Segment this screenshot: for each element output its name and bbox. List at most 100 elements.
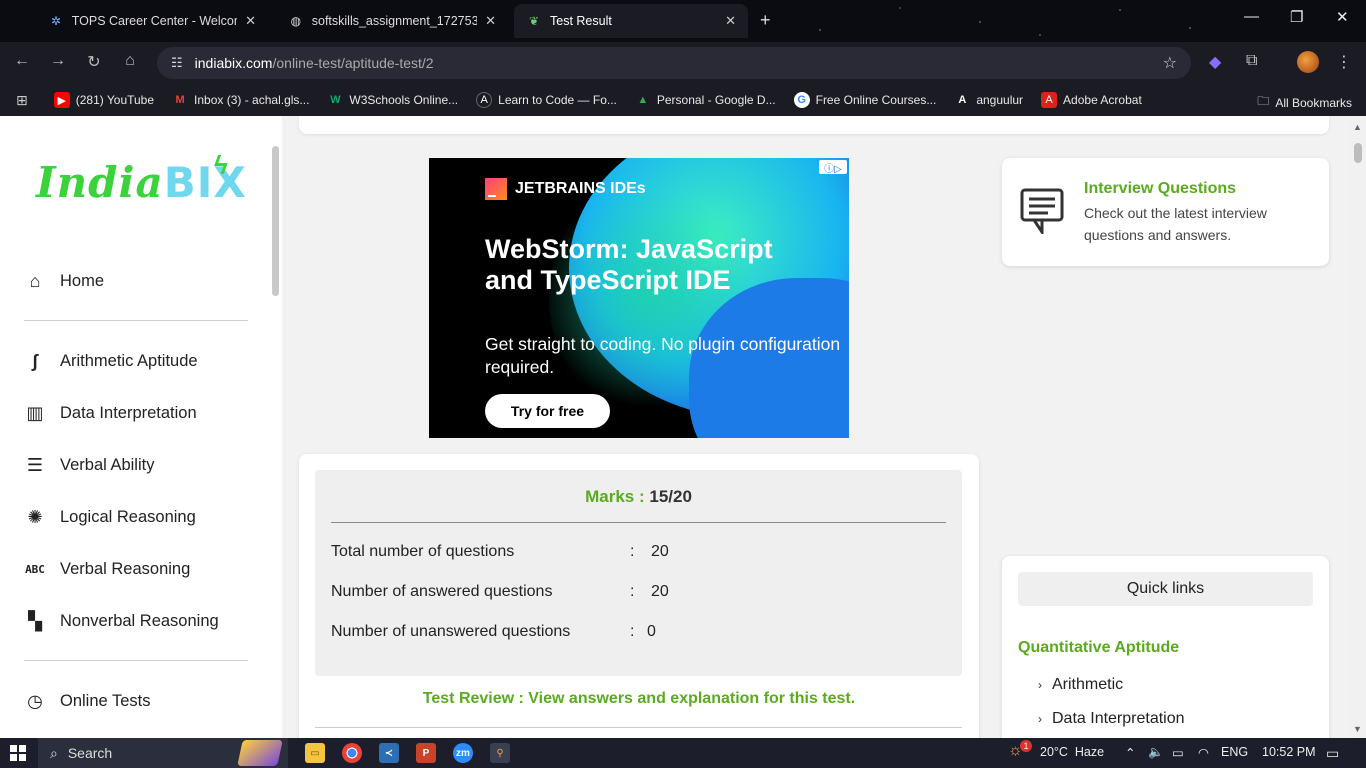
notification-badge: 1 (1020, 740, 1032, 752)
chrome-icon[interactable] (342, 743, 362, 763)
logo-text-bix: BIX (163, 158, 247, 207)
browser-tab-bar: ✲ TOPS Career Center - Welcome ✕ ◍ softs… (0, 0, 1366, 42)
google-icon: G (793, 92, 810, 108)
site-info-icon[interactable]: ☷ (171, 55, 183, 71)
sidebar-divider (24, 320, 248, 321)
tab-tops-career[interactable]: ✲ TOPS Career Center - Welcome ✕ (36, 4, 268, 38)
file-explorer-icon[interactable]: ▭ (305, 743, 325, 763)
close-icon[interactable]: ✕ (485, 13, 496, 29)
lightning-icon: ϟ (214, 150, 229, 180)
sidebar-item-logical-reasoning[interactable]: ✺ Logical Reasoning (24, 502, 248, 532)
bookmark-acrobat[interactable]: A Adobe Acrobat (1041, 92, 1142, 108)
sidebar-item-nonverbal-reasoning[interactable]: ▚ Nonverbal Reasoning (24, 606, 248, 636)
sidebar-item-label: Nonverbal Reasoning (60, 611, 219, 630)
menu-kebab-icon[interactable]: ⋮ (1336, 52, 1352, 72)
windows-taskbar: ⌕ Search ▭ ≺ P zm ⚲ ☼ 1 20°C Haze ⌃ 🔈 ▭ … (0, 738, 1366, 768)
extensions-puzzle-icon[interactable]: ⧉ (1246, 52, 1257, 70)
speaker-icon[interactable]: 🔈 (1148, 745, 1164, 760)
ad-try-free-button[interactable]: Try for free (485, 394, 610, 428)
url-text[interactable]: indiabix.com/online-test/aptitude-test/2 (195, 55, 434, 71)
sidebar-scrollbar[interactable] (272, 146, 279, 296)
zoom-icon[interactable]: zm (453, 743, 473, 763)
stat-label: Number of answered questions (331, 583, 553, 600)
sidebar-item-home[interactable]: ⌂ Home (24, 266, 248, 296)
windows-start-icon[interactable] (10, 745, 26, 761)
dashboard-icon: ▚ (28, 610, 42, 631)
reload-button[interactable]: ↻ (82, 52, 106, 72)
app-tool-icon[interactable]: ⚲ (490, 743, 510, 763)
back-button[interactable]: ← (10, 52, 34, 70)
quick-links-card: Quick links Quantitative Aptitude › Arit… (1002, 556, 1329, 738)
adchoices-icon[interactable]: ⓘ▷ (819, 160, 847, 175)
extension-drop-icon[interactable]: ◆ (1209, 52, 1221, 72)
interview-questions-card[interactable]: Interview Questions Check out the latest… (1002, 158, 1329, 266)
restore-button[interactable]: ❐ (1290, 8, 1303, 26)
scroll-up-arrow-icon[interactable]: ▲ (1353, 122, 1362, 132)
review-divider (315, 727, 962, 728)
address-bar[interactable]: ☷ indiabix.com/online-test/aptitude-test… (157, 47, 1191, 79)
result-summary: Marks : 15/20 Total number of questions … (315, 470, 962, 676)
powerpoint-icon[interactable]: P (416, 743, 436, 763)
chat-bubble-icon (1020, 188, 1064, 234)
all-bookmarks[interactable]: 🗀 All Bookmarks (1257, 92, 1352, 113)
bookmark-star-icon[interactable]: ☆ (1163, 53, 1177, 73)
browser-toolbar: ← → ↻ ⌂ ☷ indiabix.com/online-test/aptit… (0, 42, 1366, 84)
close-icon[interactable]: ✕ (245, 13, 256, 29)
sidebar-item-verbal-reasoning[interactable]: ABC Verbal Reasoning (24, 554, 248, 584)
globe-icon: ◍ (290, 14, 302, 28)
quick-link-label: Data Interpretation (1052, 710, 1185, 727)
sidebar-item-label: Online Tests (60, 691, 151, 710)
sidebar-item-online-tests[interactable]: ◷ Online Tests (24, 686, 248, 716)
clock-time[interactable]: 10:52 PM (1262, 745, 1316, 759)
scroll-down-arrow-icon[interactable]: ▼ (1353, 724, 1362, 734)
interview-questions-title[interactable]: Interview Questions (1084, 180, 1236, 198)
quick-links-section-title[interactable]: Quantitative Aptitude (1018, 639, 1179, 657)
stat-label: Number of unanswered questions (331, 623, 571, 640)
indiabix-logo[interactable]: IndiaBIX ϟ (36, 150, 247, 207)
quick-link-arithmetic[interactable]: › Arithmetic (1038, 676, 1123, 694)
tab-test-result[interactable]: ❦ Test Result ✕ (514, 4, 748, 38)
taskbar-search[interactable]: ⌕ Search (38, 738, 288, 768)
stat-row-unanswered: Number of unanswered questions : 0 (331, 623, 931, 645)
notifications-icon[interactable]: ▭ (1326, 745, 1339, 762)
bookmark-youtube[interactable]: ▶ (281) YouTube (53, 92, 154, 108)
scrollbar-thumb[interactable] (1354, 143, 1362, 163)
bookmark-angular[interactable]: Aanguulur (954, 92, 1023, 108)
jetbrains-advertisement[interactable]: ⓘ▷ JETBRAINS IDEs WebStorm: JavaScript a… (429, 158, 849, 438)
profile-avatar[interactable] (1297, 51, 1319, 73)
bookmark-freecodecamp[interactable]: A Learn to Code — Fo... (476, 92, 617, 108)
minimize-button[interactable]: — (1244, 8, 1259, 25)
bar-chart-icon: ▥ (26, 402, 44, 423)
sidebar-item-label: Verbal Reasoning (60, 559, 191, 578)
wifi-icon[interactable]: ◠ (1198, 745, 1209, 760)
weather-text[interactable]: 20°C Haze (1040, 745, 1104, 759)
new-tab-button[interactable]: + (760, 10, 771, 31)
page-viewport: IndiaBIX ϟ ⌂ Home ∫ Arithmetic Aptitude … (0, 116, 1366, 738)
test-review-link[interactable]: Test Review : View answers and explanati… (299, 690, 979, 708)
bookmark-free-courses[interactable]: G Free Online Courses... (793, 92, 936, 108)
stat-colon: : (630, 583, 635, 600)
battery-icon[interactable]: ▭ (1172, 745, 1184, 760)
chevron-up-icon[interactable]: ⌃ (1125, 745, 1135, 760)
youtube-icon: ▶ (53, 92, 70, 108)
logo-text-india: India (36, 158, 164, 207)
close-window-button[interactable]: ✕ (1336, 8, 1349, 26)
tab-softskills[interactable]: ◍ softskills_assignment_17275308 ✕ (276, 4, 508, 38)
sidebar-item-verbal-ability[interactable]: ☰ Verbal Ability (24, 450, 248, 480)
stat-value: 20 (651, 583, 669, 600)
quick-link-data-interpretation[interactable]: › Data Interpretation (1038, 710, 1185, 728)
home-button[interactable]: ⌂ (118, 52, 142, 70)
forward-button[interactable]: → (46, 52, 70, 70)
bookmark-w3schools[interactable]: W W3Schools Online... (327, 92, 458, 108)
bookmark-google-drive[interactable]: ▲ Personal - Google D... (635, 92, 775, 108)
close-icon[interactable]: ✕ (725, 13, 736, 29)
apps-grid-icon[interactable]: ⊞ (16, 92, 28, 109)
tab-title: Test Result (550, 14, 612, 28)
page-scrollbar[interactable]: ▲ ▼ (1349, 116, 1366, 738)
bookmark-gmail[interactable]: M Inbox (3) - achal.gls... (172, 92, 309, 108)
vscode-icon[interactable]: ≺ (379, 743, 399, 763)
sidebar-item-arithmetic-aptitude[interactable]: ∫ Arithmetic Aptitude (24, 346, 248, 376)
language-indicator[interactable]: ENG (1221, 745, 1248, 759)
sidebar-item-data-interpretation[interactable]: ▥ Data Interpretation (24, 398, 248, 428)
url-path: /online-test/aptitude-test/2 (272, 55, 434, 71)
